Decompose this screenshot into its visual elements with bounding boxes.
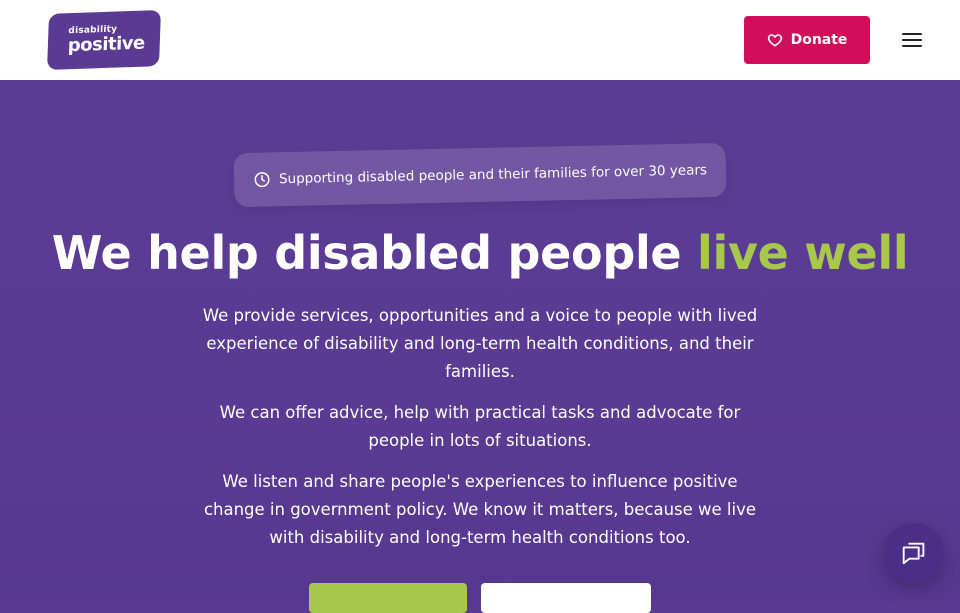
secondary-cta-button[interactable] [481,583,651,613]
disability-positive-logo[interactable]: disability positive [47,9,161,71]
headline-main: We help disabled people [51,226,698,280]
menu-line [902,45,922,47]
headline-accent: live well [697,226,909,280]
menu-line [902,33,922,35]
primary-cta-button[interactable] [309,583,467,613]
hero-paragraph-1: We provide services, opportunities and a… [202,306,758,381]
tagline-pill: Supporting disabled people and their fam… [233,142,727,208]
donate-button[interactable]: Donate [744,16,870,64]
hero-headline: We help disabled people live well [0,226,960,280]
chat-button[interactable] [884,523,944,583]
chat-icon [902,542,925,565]
tagline-text: Supporting disabled people and their fam… [278,162,708,188]
hero-paragraph-2: We can offer advice, help with practical… [219,403,741,450]
donate-label: Donate [790,32,848,48]
logo-line2: positive [67,32,146,57]
heart-icon [767,34,782,47]
site-header: disability positive Donate [0,0,960,80]
hero-paragraph-3: We listen and share people's experiences… [203,472,757,547]
menu-line [902,39,922,41]
hamburger-menu-icon[interactable] [898,27,926,53]
clock-icon [254,172,270,188]
